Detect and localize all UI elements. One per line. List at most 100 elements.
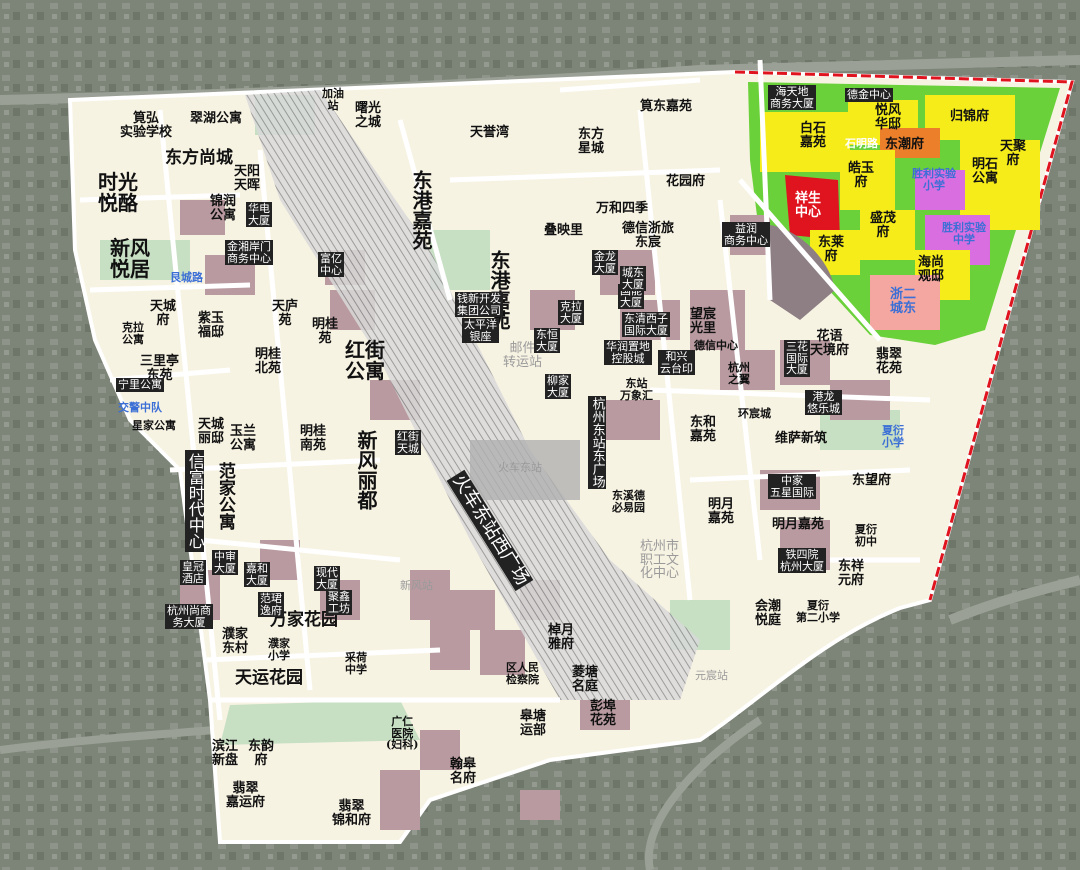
label-kela-gongyu: 克拉 公寓	[122, 321, 144, 346]
label-xiayan-primary: 夏衍 小学	[882, 424, 904, 449]
label-baishi-jiayuan: 白石 嘉苑	[800, 121, 827, 150]
map-canvas[interactable]: 时光 悦酪 新风 悦居 东方尚城 翠湖公寓 筧弘 实验学校 天阳 天晖 锦润 公寓 华电大…	[0, 0, 1080, 870]
label-dongyun-fu: 东韵府	[248, 739, 275, 768]
label-dongzhan-wanxiang: 东站 万象汇	[620, 377, 653, 402]
label-feicui-jinhe: 翡翠 锦和府	[332, 799, 372, 828]
label-dieying-li: 叠映里	[544, 223, 584, 238]
label-feicui-jiayun: 翡翠 嘉运府	[226, 781, 266, 810]
label-donghe-jiayuan: 东和 嘉苑	[690, 415, 717, 444]
label-wangchen-guangli: 望宸 光里	[690, 307, 717, 336]
label-minggui-beiyuan: 明桂 北苑	[255, 347, 282, 376]
label-tiesiyuan-dasha: 铁四院 杭州大厦	[778, 548, 826, 574]
label-dongheng-dasha: 东恒 大厦	[534, 328, 560, 354]
label-shengli-primary: 胜利实验 小学	[912, 167, 956, 192]
label-shiming-road: 石明路	[845, 137, 878, 150]
label-jiahe-dasha: 嘉和 大厦	[244, 562, 270, 588]
label-ganglong-youle: 港龙 悠乐城	[805, 390, 842, 416]
label-jiaojing-zhongdui: 交警中队	[118, 401, 162, 414]
label-binjiang-xinpan: 滨江 新盘	[212, 739, 239, 768]
label-wanhe-siji: 万和四季	[596, 201, 649, 216]
label-shuguang-zhicheng: 曙光 之城	[355, 101, 382, 130]
label-zhuoyue-yafu: 棹月 雅府	[548, 623, 575, 652]
label-jiangcheng-road: 艮城路	[170, 271, 203, 284]
label-guangren-hospital: 广仁 医院 (妇科)	[386, 715, 419, 752]
label-pujia-dongcun: 濮家 东村	[222, 627, 249, 656]
label-hongjie-tiancheng: 红街 天城	[395, 430, 421, 456]
label-dongchao-fu: 东潮府	[885, 137, 925, 152]
label-shengli-middle: 胜利实验 中学	[942, 221, 986, 246]
label-mingyue-jiayuan-2: 明月嘉苑	[772, 517, 825, 532]
label-xinfeng-lidu: 新风丽都	[354, 430, 378, 510]
label-tianlu-yuan: 天庐苑	[272, 299, 299, 328]
label-kela-dasha: 克拉 大厦	[558, 300, 584, 326]
label-dongfang-shangcheng: 东方尚城	[165, 148, 233, 168]
label-huayuan-fu: 花园府	[666, 174, 706, 189]
label-pengbu-huayuan: 彭埠 花苑	[590, 699, 617, 728]
label-dejin-center: 德金中心	[845, 88, 893, 102]
label-xiayan-second-primary: 夏衍 第二小学	[796, 599, 840, 624]
label-jinxiang-center: 金湘岸门 商务中心	[225, 240, 273, 266]
label-procuratorate: 区人民 检察院	[506, 661, 539, 686]
label-tianju-fu: 天聚府	[1000, 139, 1027, 168]
label-fanjia-gongyu: 范家公寓	[214, 462, 235, 530]
label-shiguang-yuejiu: 时光 悦酪	[98, 170, 138, 215]
label-dongqing-xizi: 东清西子 国际大厦	[622, 312, 670, 338]
label-guijin-fu: 归锦府	[950, 109, 990, 124]
label-fuyi-center: 富亿 中心	[318, 252, 344, 278]
label-huichao-yueting: 会潮 悦庭	[755, 599, 782, 628]
label-yirun-center: 益润 商务中心	[722, 222, 770, 248]
label-huanchen-cheng: 环宸城	[738, 407, 771, 420]
label-langhong-school: 筧弘 实验学校	[120, 111, 173, 140]
label-huayu-tianjing: 花语 天境府	[810, 329, 850, 358]
label-xinfeng-yueju: 新风 悦居	[110, 236, 150, 281]
label-tiancheng-fu: 天城府	[150, 299, 177, 328]
label-xiangsheng-center: 祥生 中心	[795, 191, 822, 220]
label-dongwang-fu: 东望府	[852, 473, 892, 488]
label-langdong-jiayuan: 筧东嘉苑	[640, 99, 693, 114]
label-taiping-yinzuo: 太平洋 银座	[462, 318, 499, 344]
label-minggui-nanyuan: 明桂 南苑	[300, 424, 327, 453]
label-huadian-dasha: 华电 大厦	[246, 202, 272, 228]
label-huangguan-hotel: 皇冠 酒店	[180, 560, 206, 586]
label-weisa-xinzhu: 维萨新筑	[775, 431, 828, 446]
label-feicui-huayuan: 翡翠 花苑	[876, 347, 903, 376]
label-hongjie-gongyu: 红街 公寓	[345, 338, 385, 383]
label-juxin-gongfang: 聚鑫 工坊	[326, 590, 352, 616]
label-qianxin-group: 钱新开发 集团公司	[455, 292, 503, 318]
label-zhongjia-wuxing: 中家 五星国际	[768, 474, 816, 500]
label-dongxiang-yuanfu: 东祥 元府	[838, 559, 865, 588]
label-minggui-yuan: 明桂苑	[312, 317, 339, 346]
label-huochedong-station: 火车东站	[498, 461, 542, 474]
label-dexin-dongchen: 德信浙旅 东宸	[622, 221, 675, 250]
label-fanjun-yifu: 范珺 逸府	[258, 592, 284, 618]
label-jiayou-zhan: 加油站	[322, 87, 344, 112]
label-xingjia-gongyu: 星家公寓	[132, 419, 176, 432]
label-haishang-guandi: 海尚 观邸	[918, 255, 945, 284]
label-donglai-fu: 东莱府	[818, 235, 845, 264]
label-tiancheng-lidi: 天城 丽邸	[198, 417, 225, 446]
label-caihe-middle: 采荷 中学	[345, 651, 367, 676]
label-chengdong-dasha: 城东 大厦	[620, 266, 646, 292]
label-cuihu-gongyu: 翠湖公寓	[190, 111, 243, 126]
label-hangzhou-zhiyi: 杭州 之翼	[728, 361, 750, 386]
label-ningli-gongyu: 宁里公寓	[116, 378, 164, 392]
label-shengmao-fu: 盛茂府	[870, 211, 897, 240]
label-xinfeng-station: 新风站	[400, 579, 433, 592]
label-donggang-jiayuan-1: 东港嘉苑	[409, 170, 433, 250]
label-dexin-center: 德信中心	[694, 339, 738, 352]
label-zheer-chengdong: 浙二 城东	[890, 287, 917, 316]
label-gaotang-yunbu: 皋塘 运部	[520, 709, 547, 738]
label-jinrun-gongyu: 锦润 公寓	[210, 194, 237, 223]
label-mingyue-jiayuan-1: 明月 嘉苑	[708, 497, 735, 526]
label-huarun-zhidi: 华润置地 控股城	[604, 340, 652, 366]
label-liujia-dasha: 柳家 大厦	[545, 374, 571, 400]
label-dongfang-xingcheng: 东方 星城	[578, 127, 605, 156]
label-yuefeng-huadi: 悦风 华邸	[875, 103, 902, 132]
label-sanhua-guoji: 三花 国际 大厦	[784, 340, 810, 377]
label-ziyu-fudi: 紫玉 福邸	[198, 311, 225, 340]
label-hangzhou-business: 杭州尚商 务大厦	[165, 604, 213, 630]
label-yulan-gongyu: 玉兰 公寓	[230, 424, 257, 453]
label-zhongshen-dasha: 中审 大厦	[212, 550, 238, 576]
label-jinlong-dasha: 金龙 大厦	[592, 250, 618, 276]
label-hangzhou-east-plaza: 杭州东站东广场	[588, 396, 606, 489]
